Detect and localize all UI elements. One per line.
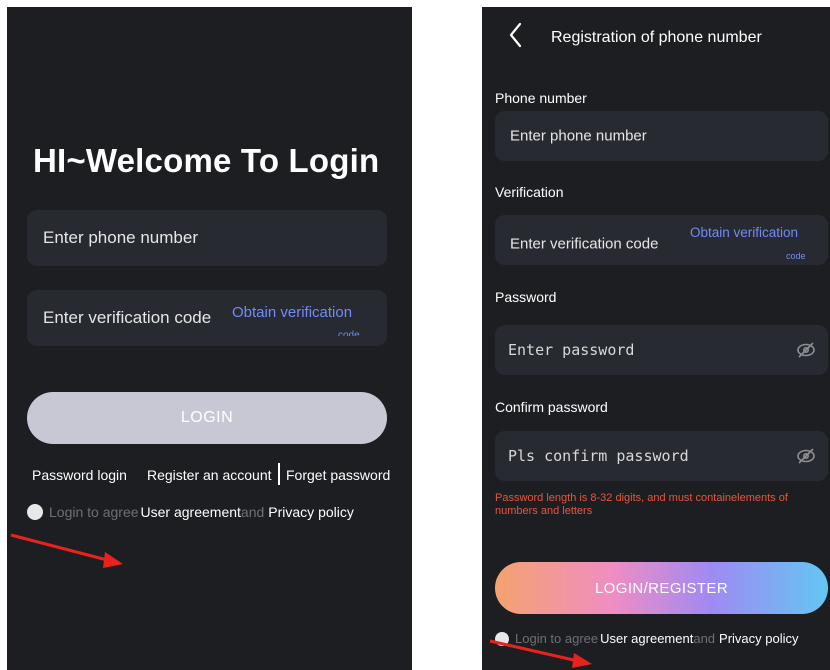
reg-phone-placeholder: Enter phone number	[510, 127, 647, 145]
reg-code-input[interactable]: Enter verification code Obtain verificat…	[495, 215, 828, 265]
password-input[interactable]: Enter password	[495, 325, 828, 375]
register-account-link[interactable]: Register an account	[147, 467, 272, 483]
red-arrow-icon	[489, 639, 592, 668]
reg-privacy-policy-link[interactable]: Privacy policy	[719, 631, 798, 646]
confirm-password-label: Confirm password	[495, 399, 608, 415]
reg-and-text: and	[693, 631, 716, 646]
password-login-link[interactable]: Password login	[32, 467, 127, 483]
confirm-password-input[interactable]: Pls confirm password	[495, 431, 828, 481]
password-hint: Password length is 8-32 digits, and must…	[495, 492, 788, 517]
obtain-code-overflow: code	[338, 330, 360, 336]
code-placeholder: Enter verification code	[43, 308, 212, 327]
phone-input[interactable]: Enter phone number	[27, 210, 387, 266]
login-screen: HI~Welcome To Login Enter phone number E…	[7, 7, 412, 670]
privacy-policy-link[interactable]: Privacy policy	[268, 504, 354, 520]
obtain-code-label: Obtain verification	[232, 304, 353, 321]
user-agreement-link[interactable]: User agreement	[141, 504, 241, 520]
reg-user-agreement-link[interactable]: User agreement	[600, 631, 693, 646]
login-register-button[interactable]: LOGIN/REGISTER	[495, 562, 828, 614]
header-bar: Registration of phone number	[482, 21, 830, 57]
verification-label: Verification	[495, 184, 564, 200]
verification-code-input[interactable]: Enter verification code Obtain verificat…	[27, 290, 387, 346]
and-text: and	[240, 504, 265, 520]
red-arrow-icon	[10, 533, 123, 568]
chevron-left-icon[interactable]	[506, 21, 526, 49]
link-divider	[278, 463, 280, 485]
reg-obtain-code-overflow: code	[786, 251, 806, 261]
obtain-code-button[interactable]: Obtain verification code	[232, 302, 380, 336]
confirm-password-placeholder: Pls confirm password	[508, 447, 689, 465]
register-screen: Registration of phone number Phone numbe…	[482, 7, 830, 670]
reg-obtain-code-button[interactable]: Obtain verification code	[690, 223, 825, 261]
reg-obtain-code-label: Obtain verification	[690, 225, 799, 240]
password-placeholder: Enter password	[508, 341, 635, 359]
header-title: Registration of phone number	[551, 29, 762, 46]
password-label: Password	[495, 289, 557, 305]
forget-password-link[interactable]: Forget password	[286, 467, 390, 483]
reg-phone-input[interactable]: Enter phone number	[495, 111, 828, 161]
phone-placeholder: Enter phone number	[43, 228, 198, 247]
agree-prefix: Login to agree	[49, 504, 139, 520]
agree-radio[interactable]	[27, 504, 43, 520]
agreement-row: Login to agree User agreement and Privac…	[27, 504, 354, 520]
phone-label: Phone number	[495, 90, 587, 106]
login-button[interactable]: LOGIN	[27, 392, 387, 444]
eye-off-icon[interactable]	[796, 448, 816, 464]
reg-code-placeholder: Enter verification code	[510, 235, 659, 253]
eye-off-icon[interactable]	[796, 342, 816, 358]
page-title: HI~Welcome To Login	[33, 142, 380, 179]
